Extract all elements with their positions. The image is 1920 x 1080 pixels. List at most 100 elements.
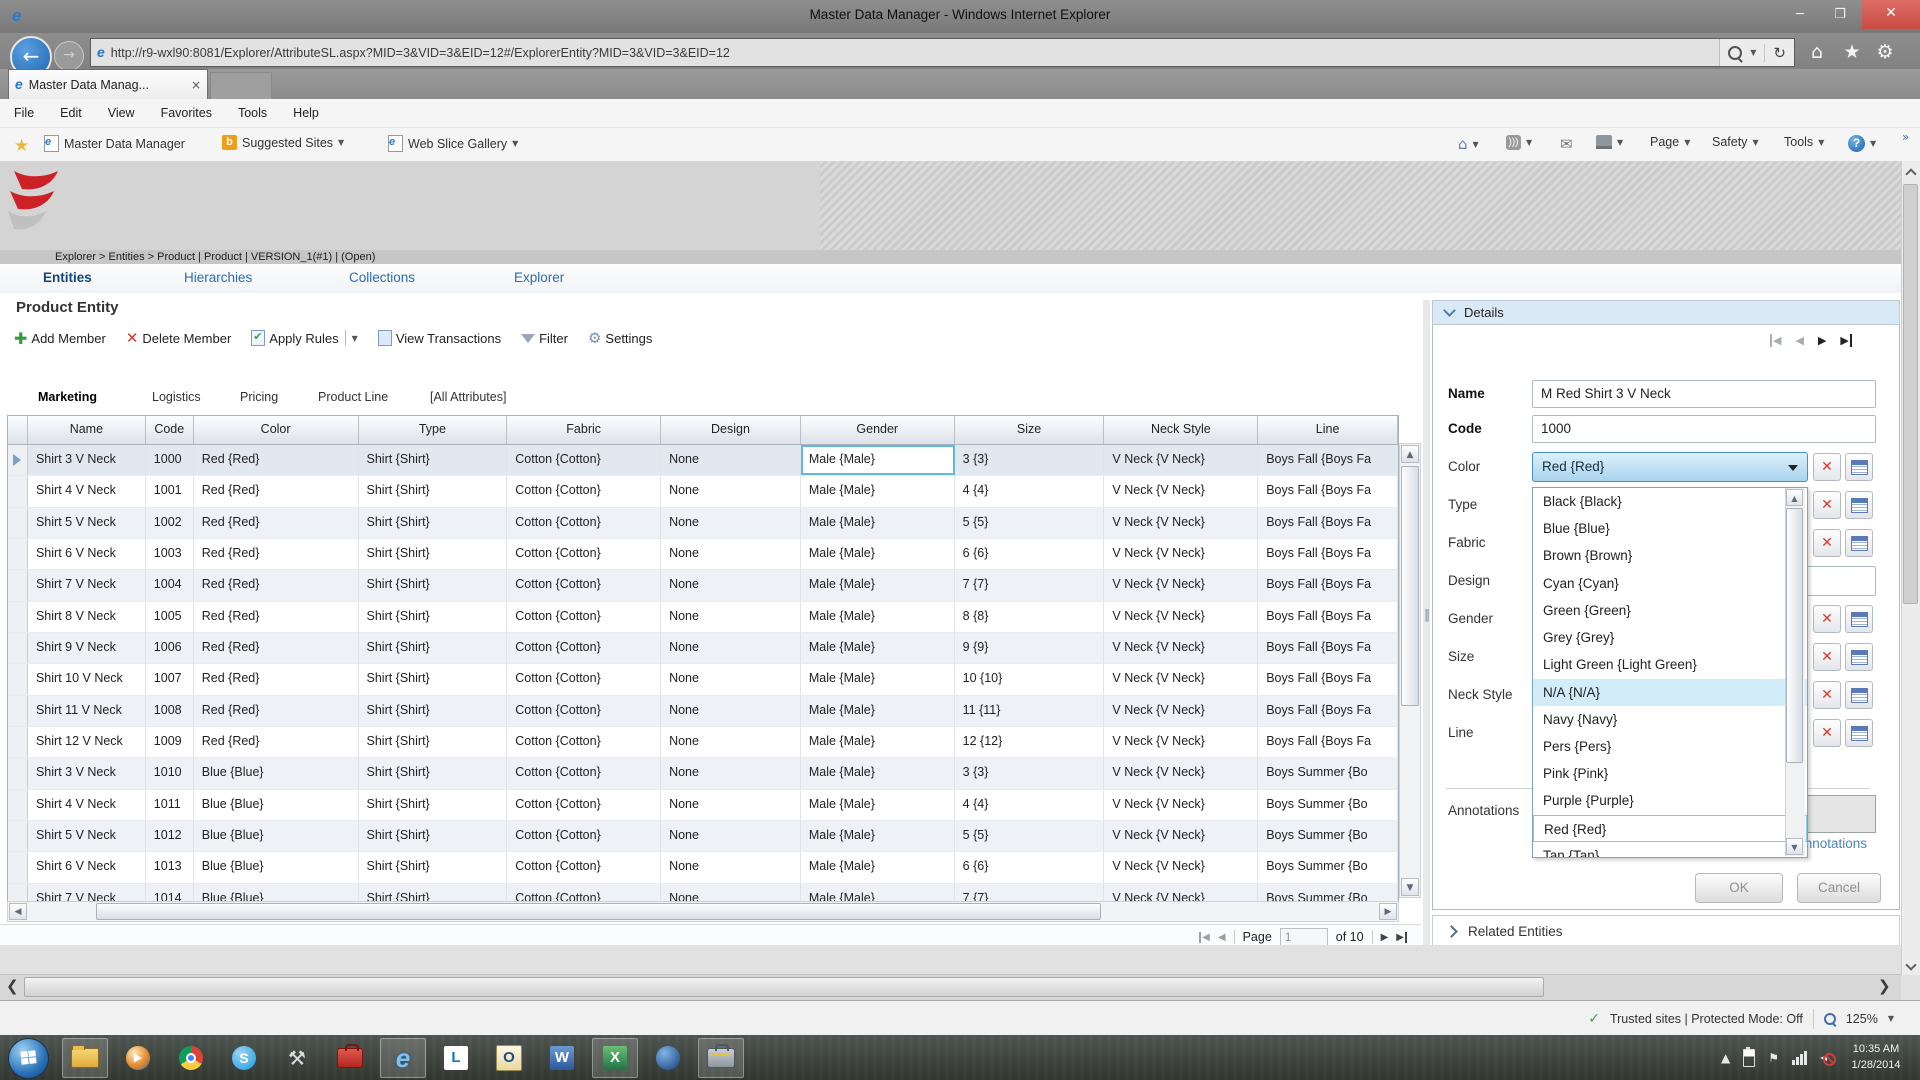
refresh-icon[interactable]: ↻ (1773, 44, 1786, 62)
row-selector[interactable] (8, 789, 28, 820)
cell-type[interactable]: Shirt {Shirt} (359, 820, 508, 852)
cell-line[interactable]: Boys Fall {Boys Fa (1258, 664, 1398, 695)
row-selector[interactable] (8, 601, 28, 632)
cell-neck-style[interactable]: V Neck {V Neck} (1104, 570, 1259, 601)
cell-type[interactable]: Shirt {Shirt} (359, 476, 508, 507)
cell-gender[interactable]: Male {Male} (801, 538, 955, 570)
cell-fabric[interactable]: Cotton {Cotton} (507, 445, 662, 476)
next-record-icon[interactable]: ▶ (1818, 334, 1826, 347)
splitter-grip-icon[interactable]: ∥ (1424, 608, 1431, 623)
taskbar-file-explorer[interactable] (62, 1038, 108, 1078)
tab-marketing[interactable]: Marketing (38, 390, 97, 404)
address-bar[interactable]: e http://r9-wxl90:8081/Explorer/Attribut… (90, 38, 1795, 67)
apply-rules-dropdown-icon[interactable]: ▼ (352, 334, 358, 343)
cell-type[interactable]: Shirt {Shirt} (359, 507, 508, 538)
row-selector[interactable] (8, 758, 28, 789)
tab-product-line[interactable]: Product Line (318, 390, 388, 404)
tab-logistics[interactable]: Logistics (152, 390, 201, 404)
cell-design[interactable]: None (661, 820, 801, 852)
cell-code[interactable]: 1001 (146, 476, 194, 507)
table-row[interactable]: Shirt 3 V Neck 1000 Red {Red} Shirt {Shirt}… (8, 445, 1398, 477)
nav-explorer[interactable]: Explorer (514, 270, 564, 285)
tab-all-attributes[interactable]: [All Attributes] (430, 390, 506, 404)
dropdown-item[interactable]: Grey {Grey} (1533, 624, 1807, 651)
cell-gender[interactable]: Male {Male} (801, 695, 955, 726)
cell-fabric[interactable]: Cotton {Cotton} (507, 664, 662, 695)
cell-design[interactable]: None (661, 476, 801, 507)
cell-design[interactable]: None (661, 726, 801, 758)
row-selector[interactable] (8, 445, 28, 476)
cell-fabric[interactable]: Cotton {Cotton} (507, 695, 662, 726)
menu-favorites[interactable]: Favorites (161, 106, 212, 120)
menu-tools[interactable]: Tools (238, 106, 267, 120)
dropdown-scroll-up-icon[interactable]: ▲ (1786, 489, 1803, 506)
type-detail-button[interactable] (1845, 491, 1873, 519)
cell-fabric[interactable]: Cotton {Cotton} (507, 570, 662, 601)
page-number-input[interactable]: 1 (1279, 928, 1328, 946)
nav-hierarchies[interactable]: Hierarchies (184, 270, 252, 285)
cell-neck-style[interactable]: V Neck {V Neck} (1104, 852, 1259, 883)
tray-expand-icon[interactable]: ▲ (1721, 1051, 1730, 1065)
column-header-size[interactable]: Size (955, 416, 1105, 444)
first-record-icon[interactable]: ◀ (1770, 334, 1781, 347)
taskbar-skype[interactable]: S (221, 1038, 267, 1078)
column-header-design[interactable]: Design (661, 416, 801, 444)
taskbar-red-toolbox[interactable] (327, 1038, 373, 1078)
cell-line[interactable]: Boys Fall {Boys Fa (1258, 507, 1398, 538)
column-header-type[interactable]: Type (359, 416, 508, 444)
cell-color[interactable]: Red {Red} (194, 507, 359, 538)
cell-neck-style[interactable]: V Neck {V Neck} (1104, 445, 1259, 476)
cell-color[interactable]: Blue {Blue} (194, 820, 359, 852)
type-clear-button[interactable]: ✕ (1813, 491, 1841, 519)
cell-design[interactable]: None (661, 570, 801, 601)
delete-member-button[interactable]: ✕ Delete Member (126, 329, 231, 347)
taskbar-sphere-app[interactable] (645, 1038, 691, 1078)
cell-size[interactable]: 3 {3} (955, 445, 1105, 476)
dropdown-item[interactable]: Cyan {Cyan} (1533, 570, 1807, 597)
column-header-neck-style[interactable]: Neck Style (1104, 416, 1259, 444)
page-scroll-left-icon[interactable]: ❮ (6, 977, 19, 995)
cell-type[interactable]: Shirt {Shirt} (359, 570, 508, 601)
cell-line[interactable]: Boys Fall {Boys Fa (1258, 695, 1398, 726)
cell-type[interactable]: Shirt {Shirt} (359, 445, 508, 476)
cell-size[interactable]: 8 {8} (955, 601, 1105, 632)
cell-neck-style[interactable]: V Neck {V Neck} (1104, 632, 1259, 664)
cell-neck-style[interactable]: V Neck {V Neck} (1104, 476, 1259, 507)
row-selector[interactable] (8, 820, 28, 852)
dropdown-scrollbar[interactable]: ▲ ▼ (1785, 488, 1805, 856)
favorites-star-icon[interactable]: ★ (1838, 39, 1866, 65)
taskbar-excel[interactable]: X (592, 1038, 638, 1078)
cell-gender[interactable]: Male {Male} (801, 601, 955, 632)
cell-gender[interactable]: Male {Male} (801, 726, 955, 758)
cell-design[interactable]: None (661, 789, 801, 820)
cell-code[interactable]: 1002 (146, 507, 194, 538)
fabric-clear-button[interactable]: ✕ (1813, 529, 1841, 557)
cell-design[interactable]: None (661, 852, 801, 883)
cell-code[interactable]: 1004 (146, 570, 194, 601)
cell-size[interactable]: 4 {4} (955, 789, 1105, 820)
dropdown-item[interactable]: Navy {Navy} (1533, 706, 1807, 733)
cell-type[interactable]: Shirt {Shirt} (359, 632, 508, 664)
page-vscroll-thumb[interactable] (1903, 184, 1918, 604)
cell-line[interactable]: Boys Fall {Boys Fa (1258, 601, 1398, 632)
read-mail-button[interactable]: ✉ (1560, 135, 1573, 153)
cell-neck-style[interactable]: V Neck {V Neck} (1104, 726, 1259, 758)
volume-muted-icon[interactable] (1820, 1051, 1836, 1066)
cell-type[interactable]: Shirt {Shirt} (359, 538, 508, 570)
cell-size[interactable]: 5 {5} (955, 507, 1105, 538)
cell-neck-style[interactable]: V Neck {V Neck} (1104, 820, 1259, 852)
cell-name[interactable]: Shirt 3 V Neck (28, 445, 146, 476)
nav-collections[interactable]: Collections (349, 270, 415, 285)
dropdown-item[interactable]: Pink {Pink} (1533, 760, 1807, 787)
action-center-flag-icon[interactable]: ⚑ (1768, 1051, 1779, 1065)
related-entities-section[interactable]: Related Entities (1432, 915, 1900, 947)
cell-design[interactable]: None (661, 601, 801, 632)
cell-color[interactable]: Blue {Blue} (194, 852, 359, 883)
cell-design[interactable]: None (661, 445, 801, 476)
add-member-button[interactable]: ✚ Add Member (14, 329, 106, 348)
grid-vscrollbar[interactable]: ▲ ▼ (1399, 443, 1421, 898)
battery-icon[interactable] (1743, 1047, 1756, 1067)
cell-neck-style[interactable]: V Neck {V Neck} (1104, 664, 1259, 695)
feeds-button[interactable]: ))) ▼ (1506, 135, 1532, 150)
favbar-item-suggested-sites[interactable]: b Suggested Sites ▼ (222, 135, 344, 150)
